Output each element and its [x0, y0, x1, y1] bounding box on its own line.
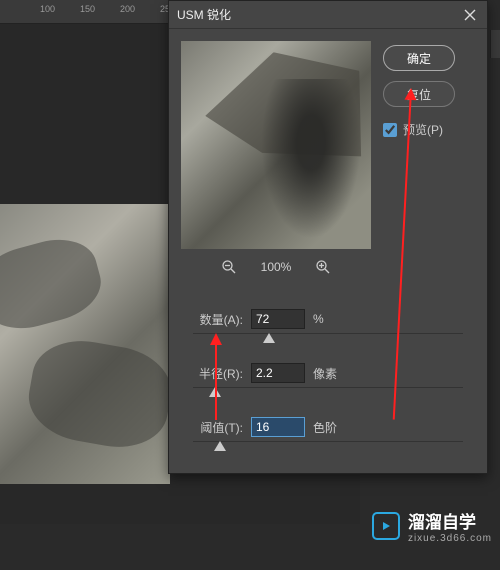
preview-checkbox-row[interactable]: 预览(P) — [383, 121, 475, 138]
threshold-input[interactable] — [251, 417, 305, 437]
threshold-label: 阈值(T): — [181, 419, 243, 436]
reset-button[interactable]: 复位 — [383, 81, 455, 107]
preview-thumbnail[interactable] — [181, 41, 371, 249]
threshold-unit: 色阶 — [313, 419, 337, 436]
document-image[interactable] — [0, 204, 170, 484]
zoom-out-icon[interactable] — [221, 259, 237, 275]
preview-checkbox[interactable] — [383, 123, 397, 137]
radius-label: 半径(R): — [181, 365, 243, 382]
watermark-sub: zixue.3d66.com — [408, 533, 492, 544]
side-panel-stub — [490, 30, 500, 58]
amount-row: 数量(A): % — [181, 309, 475, 329]
amount-input[interactable] — [251, 309, 305, 329]
threshold-slider-thumb[interactable] — [214, 441, 226, 451]
watermark-text: 溜溜自学 — [408, 508, 492, 533]
zoom-in-icon[interactable] — [315, 259, 331, 275]
ok-button[interactable]: 确定 — [383, 45, 455, 71]
dialog-titlebar[interactable]: USM 锐化 — [169, 1, 487, 29]
amount-slider[interactable] — [193, 333, 463, 347]
threshold-slider[interactable] — [193, 441, 463, 455]
close-icon[interactable] — [461, 6, 479, 24]
dialog-title: USM 锐化 — [177, 6, 231, 23]
amount-slider-thumb[interactable] — [263, 333, 275, 343]
threshold-row: 阈值(T): 色阶 — [181, 417, 475, 437]
watermark: 溜溜自学 zixue.3d66.com — [372, 508, 492, 544]
zoom-level: 100% — [261, 260, 292, 274]
radius-unit: 像素 — [313, 365, 337, 382]
amount-unit: % — [313, 312, 324, 326]
play-icon — [372, 512, 400, 540]
annotation-arrow — [215, 335, 217, 420]
radius-input[interactable] — [251, 363, 305, 383]
amount-label: 数量(A): — [181, 311, 243, 328]
ruler-horizontal: 100 150 200 250 — [0, 0, 170, 24]
radius-slider[interactable] — [193, 387, 463, 401]
radius-row: 半径(R): 像素 — [181, 363, 475, 383]
